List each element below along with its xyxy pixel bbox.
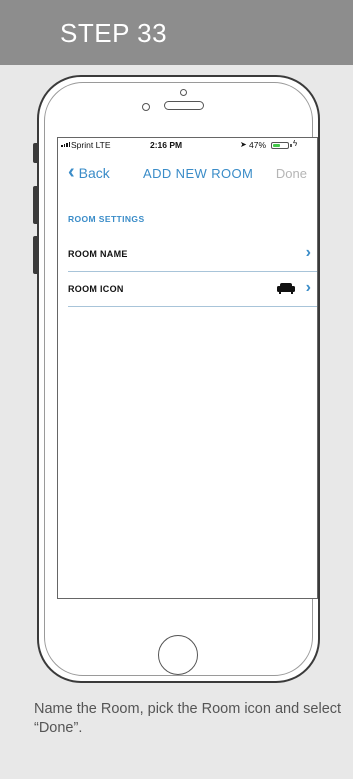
charging-bolt-icon: ϟ <box>293 139 298 148</box>
location-arrow-icon: ➤ <box>240 140 247 149</box>
carrier-label: Sprint LTE <box>71 140 111 150</box>
phone-screen: Sprint LTE 2:16 PM ➤ 47% ϟ ‹ Back ADD NE… <box>57 137 318 599</box>
back-button[interactable]: ‹ Back <box>68 161 110 183</box>
battery-fill <box>273 144 280 147</box>
battery-icon <box>271 142 289 149</box>
room-icon-label: ROOM ICON <box>68 284 124 294</box>
chevron-right-icon: › <box>305 244 311 261</box>
battery-cap <box>290 144 292 147</box>
camera-icon <box>180 89 187 96</box>
step-banner: STEP 33 <box>0 0 353 65</box>
page-title: ADD NEW ROOM <box>143 166 254 181</box>
battery-percent: 47% <box>249 140 267 150</box>
room-name-label: ROOM NAME <box>68 249 128 259</box>
room-icon-row[interactable]: ROOM ICON › <box>68 272 317 307</box>
earpiece-speaker-icon <box>164 101 204 110</box>
section-header: ROOM SETTINGS <box>68 214 145 224</box>
nav-bar: ‹ Back ADD NEW ROOM Done <box>58 152 317 196</box>
status-bar: Sprint LTE 2:16 PM ➤ 47% ϟ <box>58 138 317 152</box>
sofa-icon <box>277 283 295 294</box>
chevron-left-icon: ‹ <box>68 161 75 183</box>
step-title: STEP 33 <box>60 18 168 48</box>
room-name-row[interactable]: ROOM NAME › <box>68 237 317 272</box>
done-button[interactable]: Done <box>276 166 307 181</box>
chevron-right-icon: › <box>305 279 311 296</box>
back-label: Back <box>78 165 110 181</box>
proximity-sensor-icon <box>142 103 150 111</box>
home-button[interactable] <box>158 635 198 675</box>
status-time: 2:16 PM <box>150 140 183 150</box>
signal-icon <box>61 142 71 147</box>
instruction-caption: Name the Room, pick the Room icon and se… <box>34 701 342 736</box>
